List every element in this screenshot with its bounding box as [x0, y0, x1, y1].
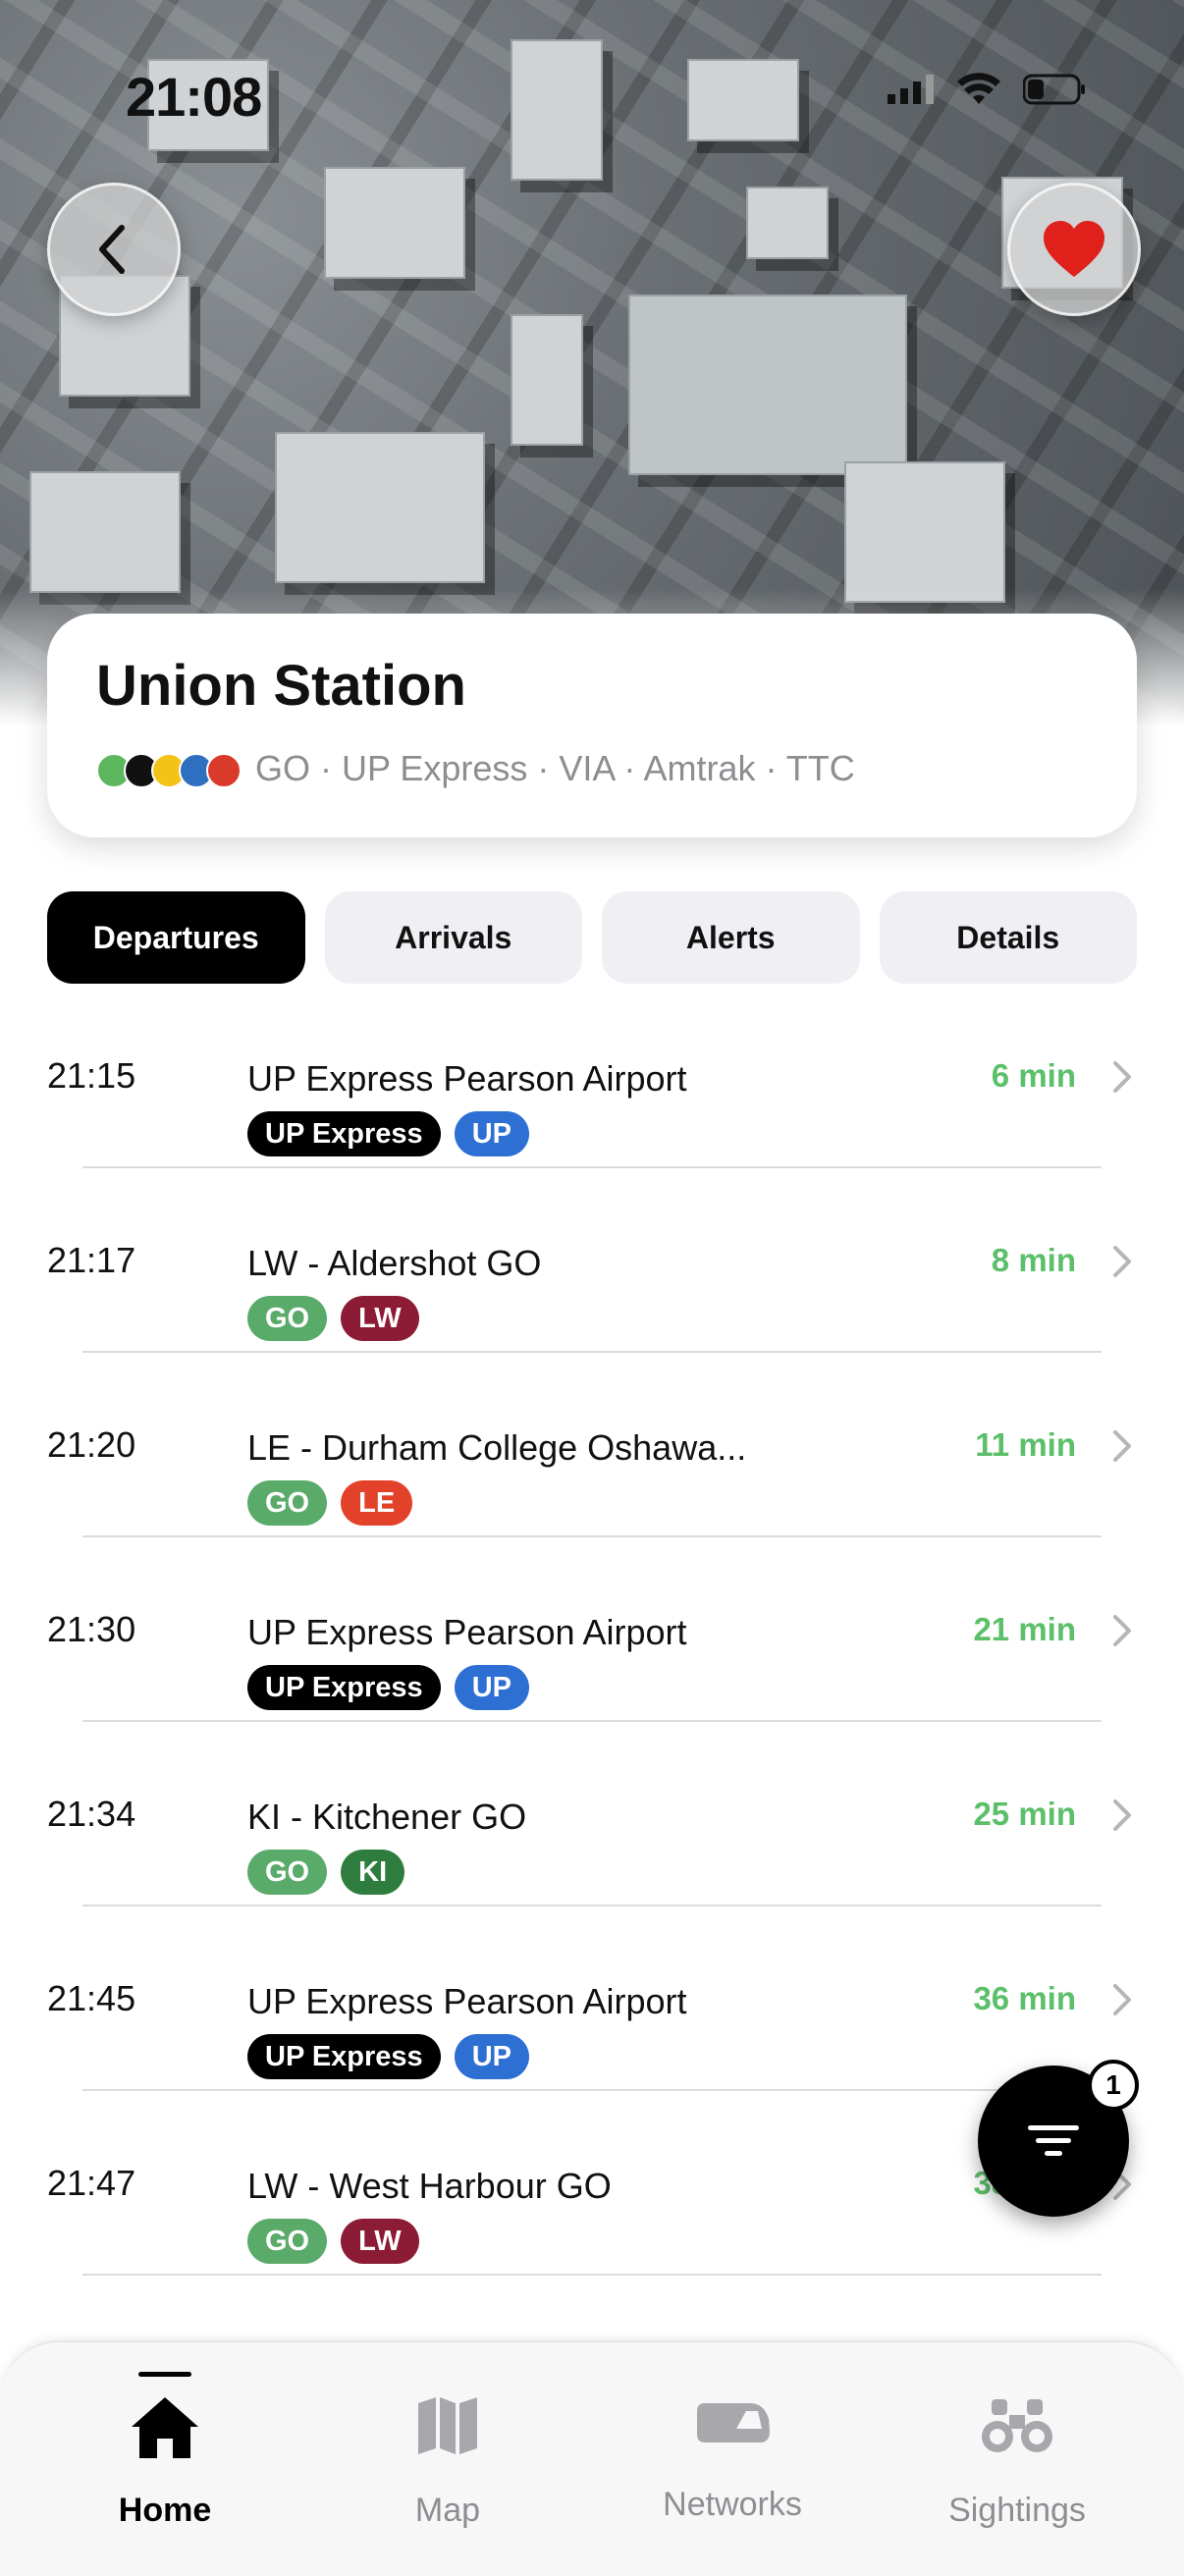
departure-destination: KI - Kitchener GO	[247, 1797, 527, 1837]
map-icon	[418, 2397, 477, 2454]
departure-time: 21:15	[47, 1055, 136, 1096]
departure-eta: 8 min	[991, 1242, 1076, 1278]
route-badge: GO	[247, 1296, 328, 1341]
route-badge: UP Express	[247, 1111, 441, 1156]
chevron-left-icon	[99, 225, 125, 274]
tab-alerts[interactable]: Alerts	[602, 891, 860, 984]
departure-time: 21:30	[47, 1609, 136, 1649]
route-badges: GO LW	[247, 2219, 419, 2264]
row-divider	[82, 2274, 1102, 2276]
bottom-tab-bar: Home Map Networks Sightings	[0, 2340, 1184, 2576]
departure-row[interactable]: 21:17 LW - Aldershot GO GO LW 8 min	[0, 1168, 1184, 1353]
departure-row[interactable]: 21:20 LE - Durham College Oshawa... GO L…	[0, 1353, 1184, 1537]
status-icons	[888, 73, 1086, 106]
route-badges: UP Express UP	[247, 2034, 529, 2079]
tabbar-label: Map	[414, 2492, 481, 2529]
route-badges: UP Express UP	[247, 1111, 529, 1156]
heart-icon	[1044, 221, 1104, 277]
tabbar-label: Home	[118, 2492, 212, 2529]
signal-icon	[888, 75, 934, 104]
route-badge: LW	[341, 2219, 419, 2264]
route-badge: UP	[454, 1111, 529, 1156]
departure-destination: UP Express Pearson Airport	[247, 1981, 687, 2021]
departure-destination: LE - Durham College Oshawa...	[247, 1427, 747, 1468]
tabbar-networks[interactable]: Networks	[585, 2342, 880, 2576]
back-button[interactable]	[47, 183, 181, 316]
departure-time: 21:45	[47, 1978, 136, 2018]
filter-button[interactable]: 1	[978, 2060, 1139, 2217]
route-badges: UP Express UP	[247, 1665, 529, 1710]
battery-icon	[1023, 74, 1085, 105]
departure-time: 21:34	[47, 1794, 136, 1834]
route-badge: LE	[341, 1480, 413, 1526]
status-time: 21:08	[126, 66, 262, 128]
tab-departures[interactable]: Departures	[47, 891, 305, 984]
binoculars-icon	[982, 2399, 1052, 2452]
route-badge: UP	[454, 1665, 529, 1710]
chevron-right-icon	[1113, 1061, 1131, 1093]
route-badges: GO LE	[247, 1480, 413, 1526]
route-badge: KI	[341, 1850, 405, 1895]
departure-eta: 36 min	[973, 1980, 1076, 2016]
route-badge: GO	[247, 1850, 328, 1895]
departure-destination: UP Express Pearson Airport	[247, 1058, 687, 1099]
tabbar-sightings[interactable]: Sightings	[870, 2342, 1164, 2576]
departure-destination: LW - Aldershot GO	[247, 1243, 542, 1283]
tab-details[interactable]: Details	[879, 891, 1137, 984]
departure-time: 21:20	[47, 1424, 136, 1465]
departure-row[interactable]: 21:30 UP Express Pearson Airport UP Expr…	[0, 1537, 1184, 1722]
wifi-icon	[957, 73, 1000, 104]
chevron-right-icon	[1113, 1246, 1131, 1277]
station-card: Union Station GO · UP Express · VIA · Am…	[47, 614, 1137, 837]
departure-row[interactable]: 21:45 UP Express Pearson Airport UP Expr…	[0, 1906, 1184, 2091]
tab-arrivals[interactable]: Arrivals	[324, 891, 582, 984]
favorite-button[interactable]	[1007, 183, 1141, 316]
chevron-right-icon	[1113, 1615, 1131, 1646]
station-operators: GO · UP Express · VIA · Amtrak · TTC	[255, 748, 855, 788]
route-badges: GO LW	[247, 1296, 419, 1341]
operator-dot	[206, 753, 242, 788]
tabbar-home[interactable]: Home	[18, 2342, 312, 2576]
station-name: Union Station	[96, 654, 466, 718]
route-badge: UP Express	[247, 1665, 441, 1710]
departure-row[interactable]: 21:34 KI - Kitchener GO GO KI 25 min	[0, 1722, 1184, 1906]
segmented-tabs: Departures Arrivals Alerts Details	[47, 891, 1137, 984]
active-tab-indicator	[138, 2372, 191, 2377]
tabbar-label: Sightings	[948, 2492, 1086, 2529]
operator-dots	[96, 753, 242, 788]
departure-eta: 11 min	[975, 1426, 1076, 1463]
tabbar-label: Networks	[663, 2486, 802, 2523]
departure-destination: LW - West Harbour GO	[247, 2166, 612, 2206]
chevron-right-icon	[1113, 1984, 1131, 2015]
departure-time: 21:17	[47, 1240, 136, 1280]
departure-eta: 6 min	[991, 1057, 1076, 1094]
departure-time: 21:47	[47, 2163, 136, 2203]
route-badge: UP	[454, 2034, 529, 2079]
route-badges: GO KI	[247, 1850, 405, 1895]
departure-destination: UP Express Pearson Airport	[247, 1612, 687, 1652]
train-icon	[697, 2403, 770, 2442]
departure-eta: 25 min	[973, 1796, 1076, 1832]
chevron-right-icon	[1113, 1799, 1131, 1831]
departure-eta: 21 min	[973, 1611, 1076, 1647]
route-badge: UP Express	[247, 2034, 441, 2079]
house-icon	[132, 2397, 198, 2458]
chevron-right-icon	[1113, 1430, 1131, 1462]
filter-count-badge: 1	[1088, 2060, 1139, 2111]
route-badge: GO	[247, 1480, 328, 1526]
route-badge: LW	[341, 1296, 419, 1341]
filter-icon	[1028, 2125, 1079, 2156]
route-badge: GO	[247, 2219, 328, 2264]
tabbar-map[interactable]: Map	[300, 2342, 595, 2576]
departure-row[interactable]: 21:15 UP Express Pearson Airport UP Expr…	[0, 984, 1184, 1168]
